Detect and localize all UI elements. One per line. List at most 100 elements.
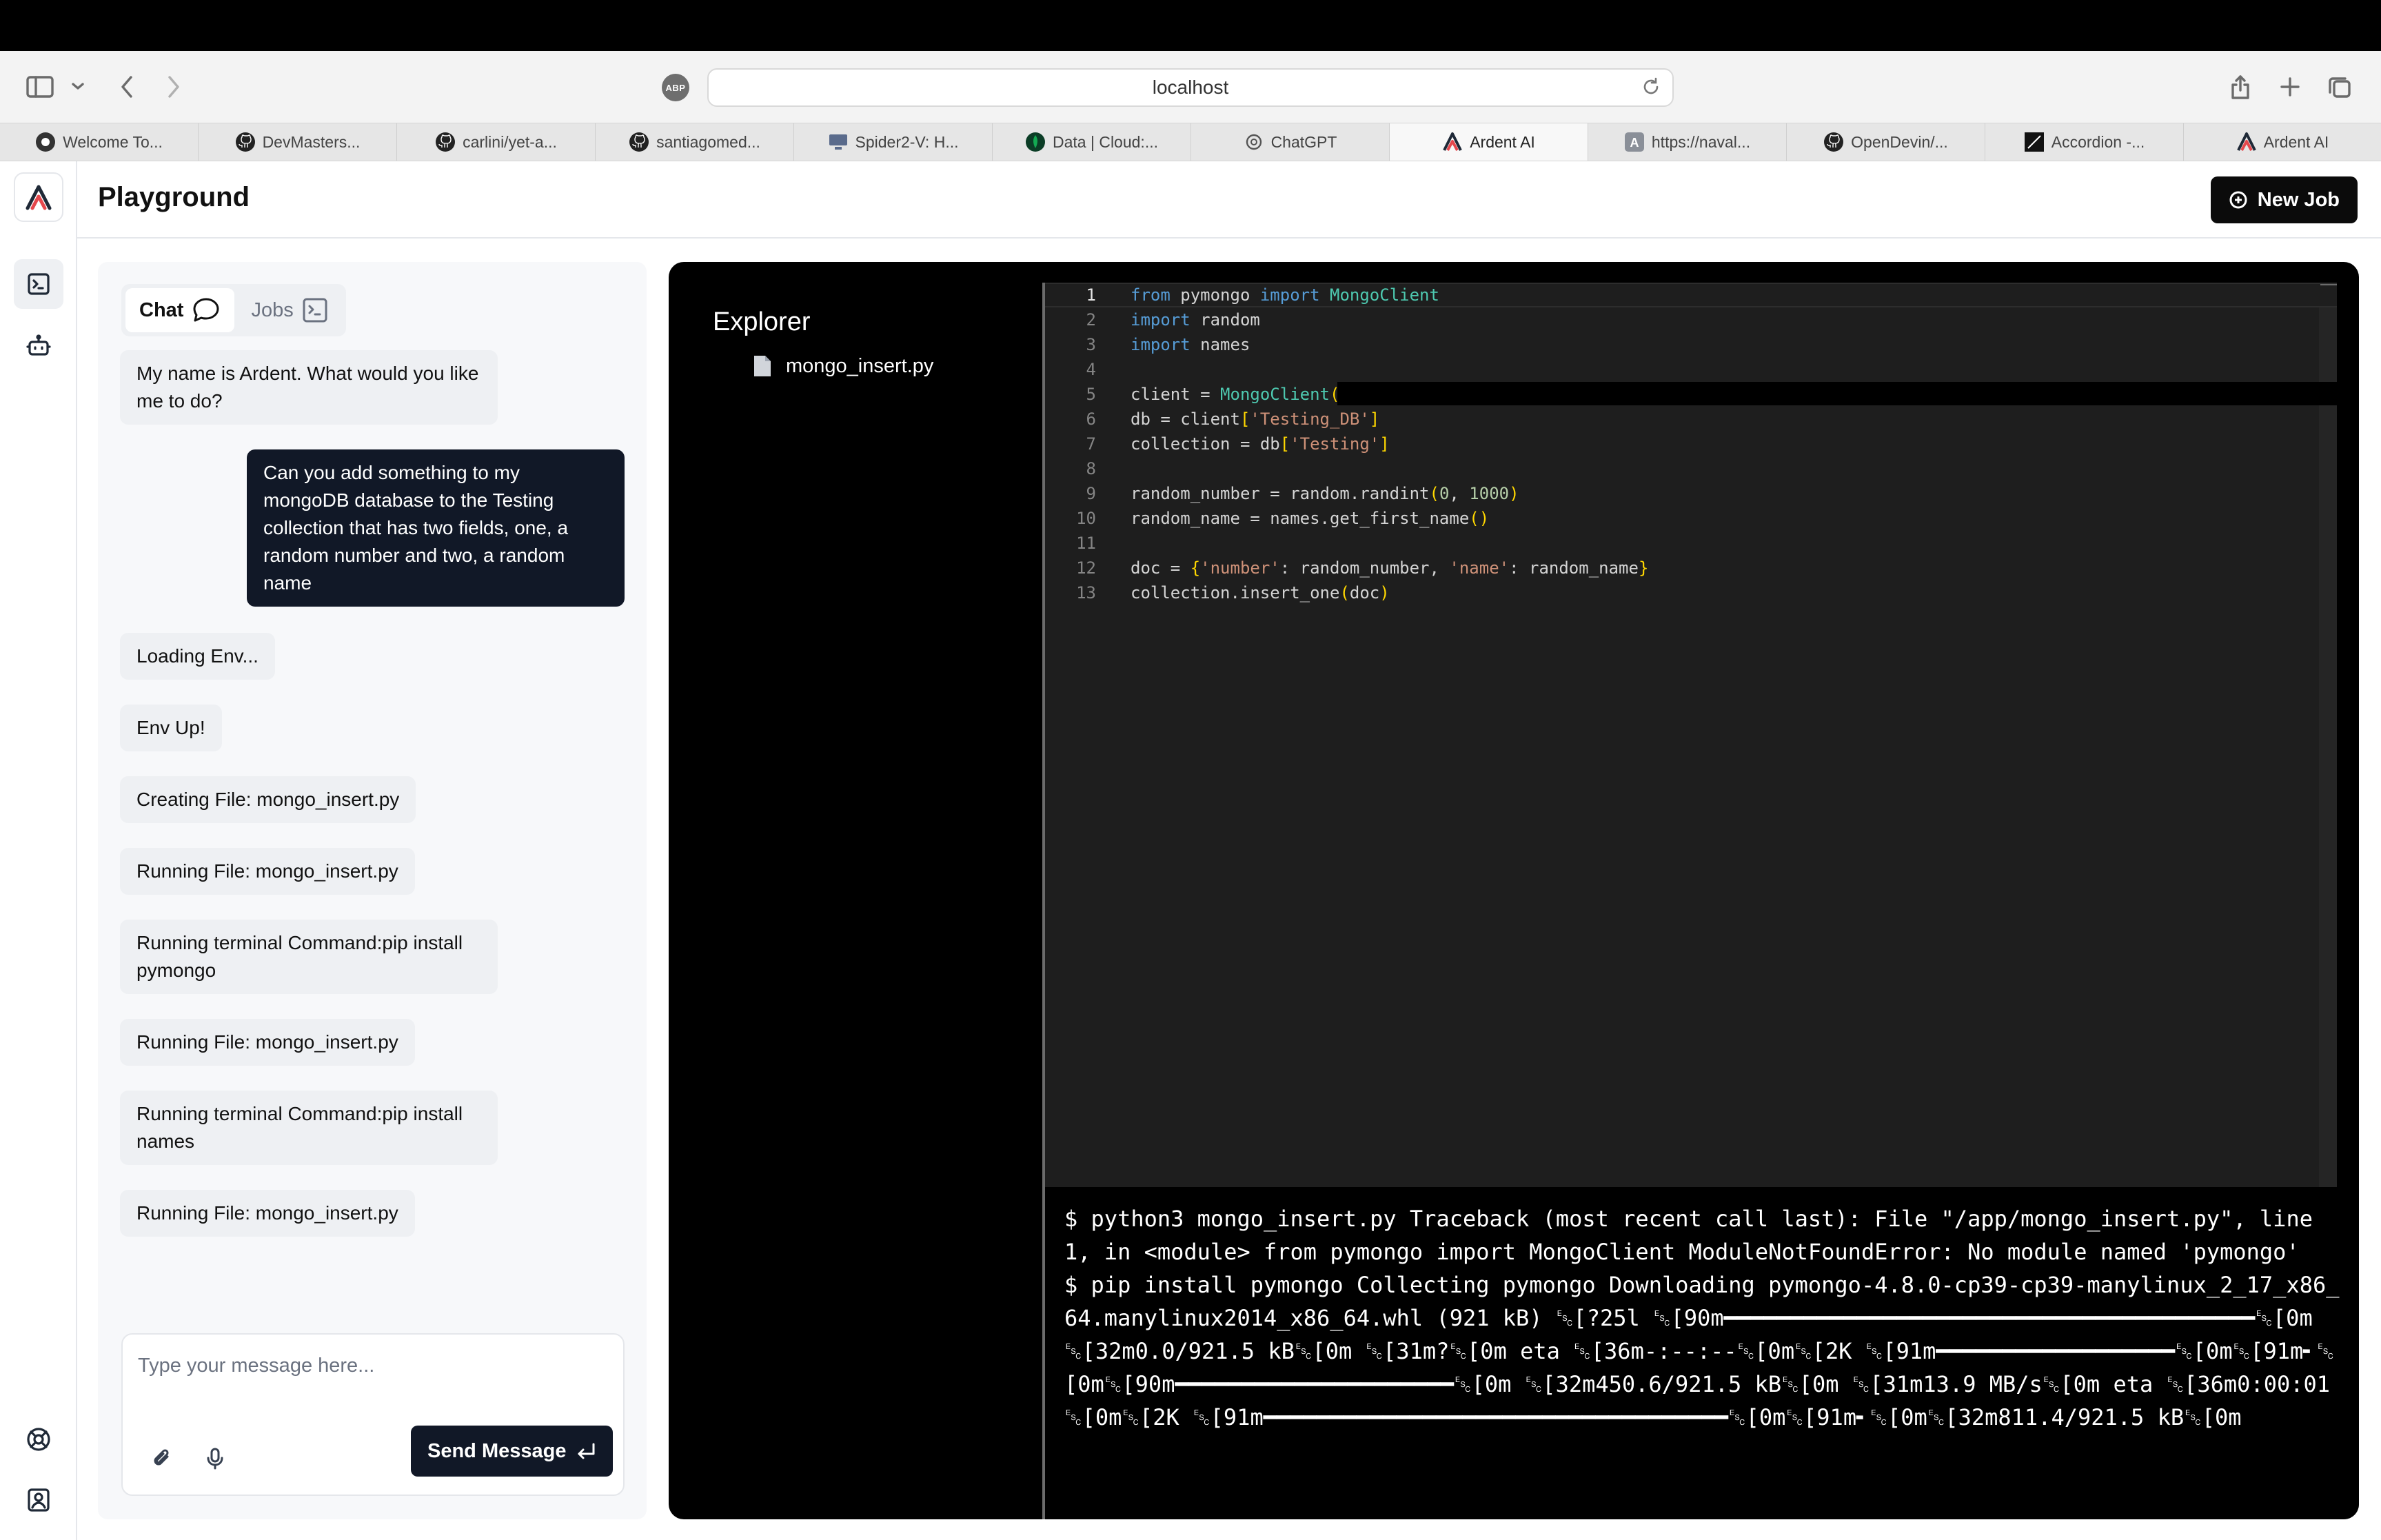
line-number: 7: [1086, 434, 1096, 454]
line-number: 5: [1086, 385, 1096, 404]
browser-tab[interactable]: Data | Cloud:...: [993, 123, 1191, 161]
browser-tab[interactable]: santiagomed...: [596, 123, 794, 161]
page-header: Playground New Job: [77, 161, 2381, 239]
line-number: 6: [1086, 409, 1096, 429]
terminal-icon: [302, 297, 328, 323]
browser-tab-label: Spider2-V: H...: [855, 132, 959, 151]
code-line: 8: [1045, 456, 2337, 481]
tab-jobs[interactable]: Jobs: [237, 288, 341, 332]
line-number: 3: [1086, 335, 1096, 354]
chat-panel: Chat Jobs My name is Ardent. What would …: [98, 262, 647, 1519]
account-icon[interactable]: [14, 1475, 63, 1525]
browser-tab[interactable]: OpenDevin/...: [1787, 123, 1985, 161]
ardent-logo-icon[interactable]: [14, 172, 63, 222]
send-message-button[interactable]: Send Message: [411, 1426, 614, 1477]
code-text: client = MongoClient(: [1131, 385, 1340, 404]
bot-nav-icon[interactable]: [14, 321, 63, 371]
tab-chat[interactable]: Chat: [125, 288, 235, 332]
back-arrow-icon[interactable]: [113, 72, 141, 102]
browser-tab-label: Ardent AI: [2263, 132, 2329, 151]
line-number: 8: [1086, 459, 1096, 478]
reload-icon[interactable]: [1641, 77, 1661, 97]
browser-tab-label: Accordion -...: [2051, 132, 2145, 151]
browser-tab[interactable]: A https://naval...: [1588, 123, 1787, 161]
bot-message: My name is Ardent. What would you like m…: [120, 350, 498, 425]
code-line: 2 import random: [1045, 307, 2337, 332]
code-text: collection.insert_one(doc): [1131, 583, 1390, 602]
share-icon[interactable]: [2225, 70, 2256, 103]
new-job-button[interactable]: New Job: [2210, 176, 2358, 223]
forward-arrow-icon[interactable]: [160, 72, 188, 102]
browser-tab-active[interactable]: Ardent AI: [1390, 123, 1588, 161]
browser-tab[interactable]: Accordion -...: [1985, 123, 2184, 161]
terminal-nav-icon[interactable]: [14, 259, 63, 309]
help-lifebuoy-icon[interactable]: [14, 1415, 63, 1464]
code-line: 9 random_number = random.randint(0, 1000…: [1045, 481, 2337, 506]
code-line: 1 from pymongo import MongoClient: [1045, 283, 2337, 307]
bot-message: Running terminal Command:pip install nam…: [120, 1091, 498, 1165]
address-bar[interactable]: localhost: [707, 68, 1674, 107]
code-text: db = client['Testing_DB']: [1131, 409, 1380, 429]
code-line: 12 doc = {'number': random_number, 'name…: [1045, 556, 2337, 580]
github-icon: [1823, 132, 1844, 152]
browser-toolbar: ABP localhost: [0, 51, 2381, 123]
ide-panel: Explorer mongo_insert.py 1 from pymongo …: [669, 262, 2359, 1519]
file-icon: [753, 354, 772, 378]
browser-tab[interactable]: DevMasters...: [199, 123, 397, 161]
paperclip-icon[interactable]: [149, 1445, 176, 1472]
slash-icon: [2024, 132, 2045, 152]
browser-tab[interactable]: carlini/yet-a...: [397, 123, 596, 161]
line-number: 13: [1076, 583, 1096, 602]
explorer-title: Explorer: [713, 307, 811, 336]
line-number: 4: [1086, 360, 1096, 379]
bot-message: Running File: mongo_insert.py: [120, 848, 415, 895]
explorer-file-item[interactable]: mongo_insert.py: [753, 354, 933, 378]
browser-tab-label: Ardent AI: [1470, 132, 1535, 151]
bot-message: Running File: mongo_insert.py: [120, 1190, 415, 1237]
code-text: from pymongo import MongoClient: [1131, 285, 1439, 305]
microphone-icon[interactable]: [201, 1445, 229, 1472]
line-number: 1: [1086, 285, 1096, 305]
terminal-output: $ python3 mongo_insert.py Traceback (mos…: [1064, 1206, 2340, 1430]
browser-tab-label: DevMasters...: [262, 132, 361, 151]
line-number: 9: [1086, 484, 1096, 503]
browser-tab[interactable]: Ardent AI: [2184, 123, 2381, 161]
line-number: 11: [1076, 534, 1096, 553]
code-text: doc = {'number': random_number, 'name': …: [1131, 558, 1649, 578]
browser-tab[interactable]: Spider2-V: H...: [794, 123, 993, 161]
browser-tab-label: OpenDevin/...: [1851, 132, 1948, 151]
chat-jobs-switch: Chat Jobs: [121, 284, 346, 336]
sidebar-toggle-icon[interactable]: [23, 72, 57, 102]
chevron-down-icon[interactable]: [68, 76, 88, 97]
monitor-icon: [828, 132, 849, 152]
new-job-label: New Job: [2257, 188, 2340, 211]
code-text: random_number = random.randint(0, 1000): [1131, 484, 1519, 503]
code-line: 5 client = MongoClient(: [1045, 382, 2340, 407]
message-input[interactable]: [138, 1350, 607, 1381]
code-line: 13 collection.insert_one(doc): [1045, 580, 2337, 605]
new-tab-plus-icon[interactable]: [2275, 72, 2305, 102]
enter-key-icon: [576, 1442, 596, 1460]
code-editor[interactable]: 1 from pymongo import MongoClient 2 impo…: [1042, 283, 2340, 1187]
redacted-region: [1337, 382, 2340, 405]
tab-overview-icon[interactable]: [2324, 72, 2355, 102]
bot-message: Loading Env...: [120, 633, 275, 680]
file-name: mongo_insert.py: [786, 354, 934, 377]
letter-a-icon: A: [1624, 132, 1645, 152]
left-nav-rail: [0, 161, 77, 1540]
browser-tab-label: Welcome To...: [63, 132, 163, 151]
code-line: 11: [1045, 531, 2337, 556]
url-text: localhost: [1152, 77, 1229, 98]
terminal-output-panel[interactable]: $ python3 mongo_insert.py Traceback (mos…: [1042, 1187, 2359, 1519]
github-icon: [629, 132, 649, 152]
adblock-icon[interactable]: ABP: [662, 74, 689, 101]
code-line: 4: [1045, 357, 2337, 382]
svg-text:A: A: [1630, 136, 1639, 150]
browser-tab[interactable]: Welcome To...: [0, 123, 199, 161]
code-line: 7 collection = db['Testing']: [1045, 432, 2337, 456]
ardent-logo-icon: [2236, 132, 2257, 152]
line-number: 10: [1076, 509, 1096, 528]
user-message: Can you add something to my mongoDB data…: [247, 449, 625, 607]
line-number: 12: [1076, 558, 1096, 578]
browser-tab[interactable]: ChatGPT: [1191, 123, 1390, 161]
